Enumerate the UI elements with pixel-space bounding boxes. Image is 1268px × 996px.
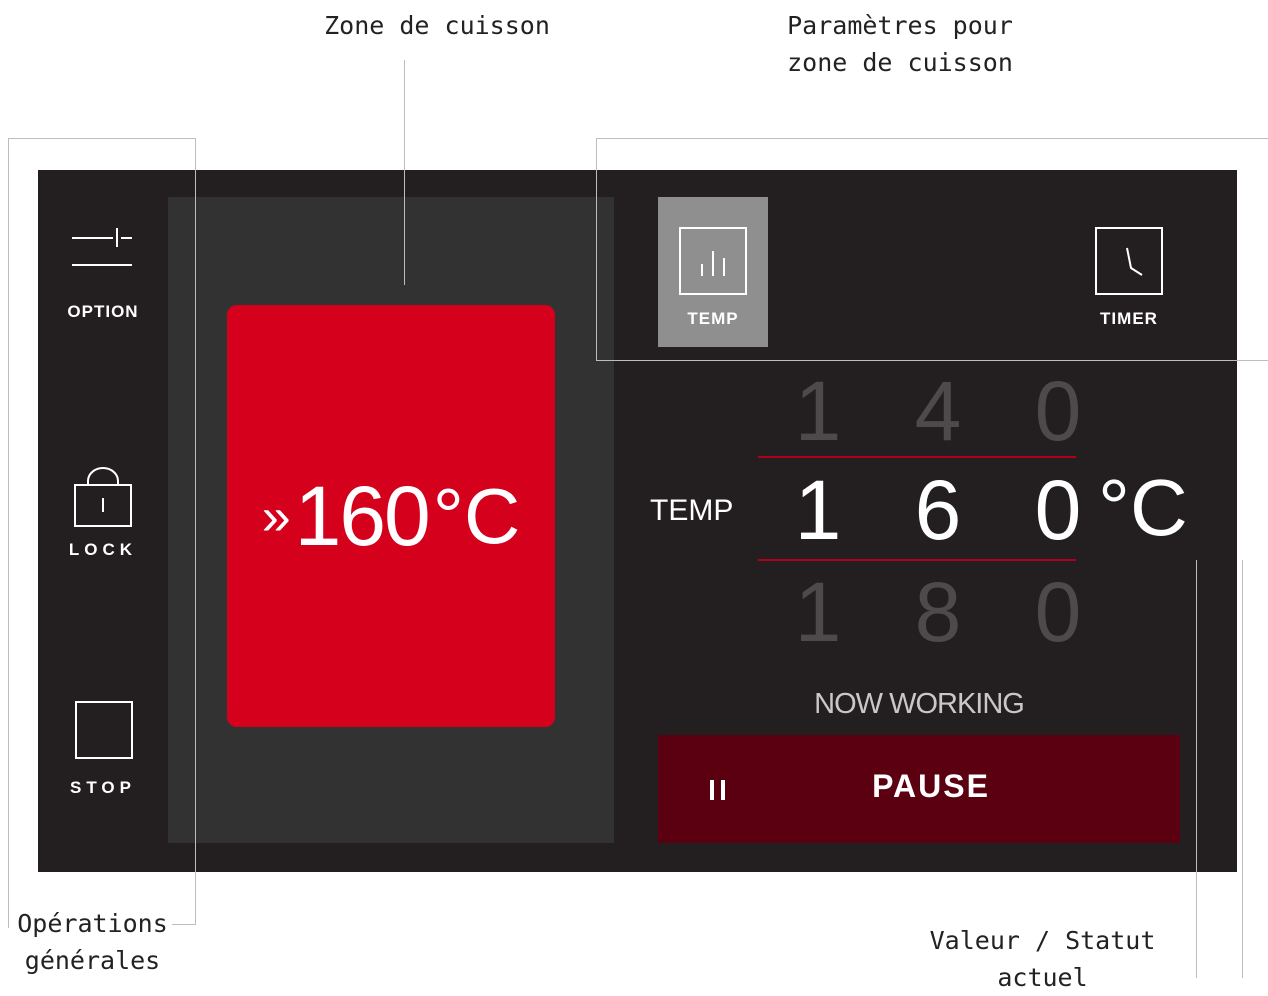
picker-selection-line-top: [758, 456, 1076, 458]
temp-option-previous[interactable]: 1 4 0: [768, 363, 1108, 460]
stop-label: STOP: [70, 778, 136, 797]
annotation-line: [596, 138, 597, 360]
digit: 8: [914, 565, 962, 659]
zone-temperature-unit: °C: [432, 471, 521, 560]
pause-label: PAUSE: [872, 768, 990, 804]
annotation-line: [596, 138, 1268, 139]
temp-option-next[interactable]: 1 8 0: [768, 564, 1108, 661]
pause-button[interactable]: PAUSE: [658, 735, 1180, 843]
lock-label: LOCK: [68, 540, 138, 559]
digit: 6: [914, 463, 962, 557]
cooking-zone[interactable]: » 160 °C: [168, 197, 614, 843]
status-text: NOW WORKING: [814, 688, 1025, 720]
temp-bars-icon: [679, 227, 747, 295]
annotation-line: [195, 138, 196, 925]
annotation-current-value-status: Valeur / Statut actuel: [929, 926, 1156, 992]
option-button[interactable]: OPTION: [38, 225, 168, 335]
stop-square-icon: [75, 701, 133, 759]
double-chevron-right-icon: »: [261, 488, 291, 546]
timer-clock-icon: [1095, 227, 1163, 295]
digit: 1: [794, 463, 842, 557]
digit: 1: [794, 565, 842, 659]
digit: 0: [1034, 364, 1082, 458]
annotation-line: [1242, 560, 1243, 978]
oven-control-panel: OPTION LOCK STOP » 160 °C TEMP TIMER 1 4…: [38, 170, 1237, 872]
annotation-line: [8, 138, 9, 928]
tab-temp-label: TEMP: [687, 309, 739, 328]
digit: 1: [794, 364, 842, 458]
picker-selection-line-bottom: [758, 559, 1076, 561]
digit: 0: [1034, 565, 1082, 659]
temp-picker-unit: °C: [1098, 463, 1188, 552]
zone-temperature-value: 160: [294, 468, 431, 563]
temp-picker-label: TEMP: [650, 494, 734, 527]
annotation-line: [8, 138, 195, 139]
temp-current-value[interactable]: 1 6 0: [768, 462, 1108, 559]
annotation-cooking-zone: Zone de cuisson: [324, 11, 550, 40]
digit: 0: [1034, 463, 1082, 557]
annotation-zone-settings: Paramètres pour zone de cuisson: [787, 11, 1013, 77]
lock-icon: [74, 467, 132, 527]
annotation-general-operations: Opérations générales: [17, 909, 168, 975]
option-sliders-icon: [72, 228, 132, 266]
tab-timer-label: TIMER: [1100, 309, 1158, 328]
annotation-line: [1196, 560, 1197, 978]
annotation-line: [404, 60, 405, 285]
annotation-line: [596, 360, 1268, 361]
tab-timer[interactable]: TIMER: [1074, 197, 1184, 347]
lock-button[interactable]: LOCK: [38, 465, 168, 565]
option-label: OPTION: [67, 302, 139, 321]
stop-button[interactable]: STOP: [38, 700, 168, 800]
annotation-line: [172, 924, 196, 925]
digit: 4: [914, 364, 962, 458]
cooking-zone-card[interactable]: » 160 °C: [227, 305, 555, 727]
tab-temp[interactable]: TEMP: [658, 197, 768, 347]
